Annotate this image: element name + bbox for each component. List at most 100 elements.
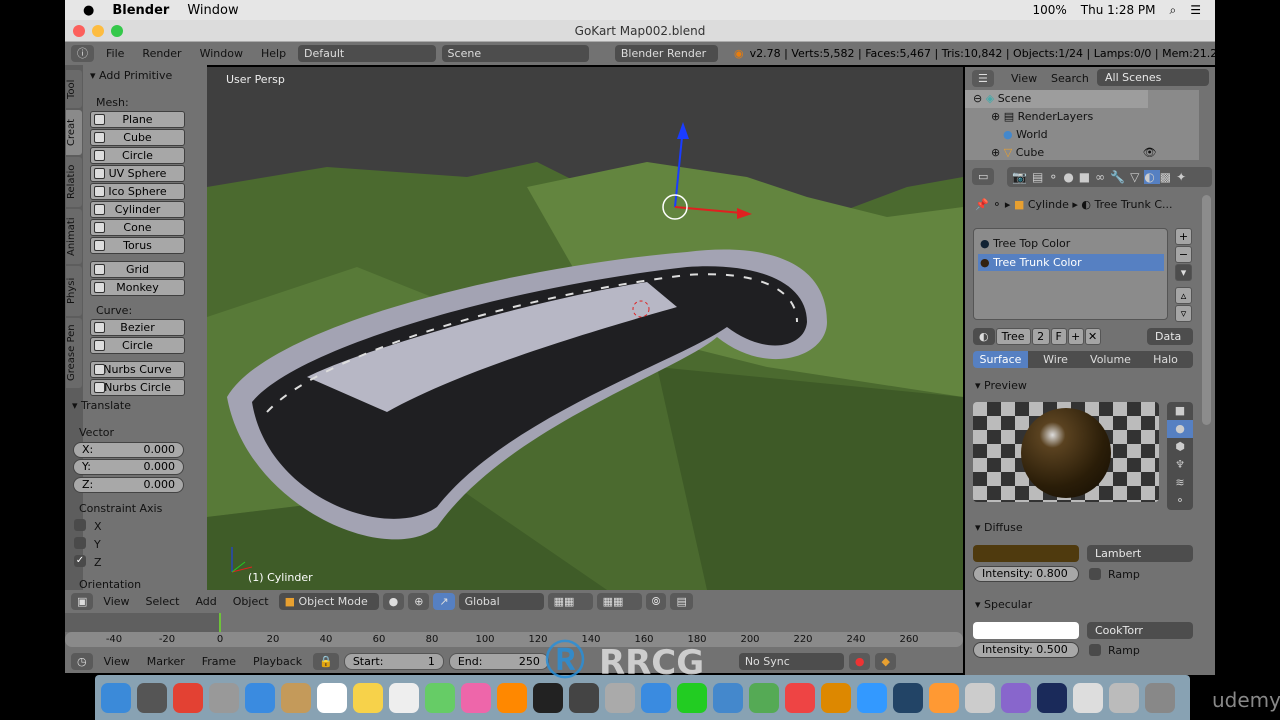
dock-app-icon[interactable]: [713, 682, 743, 713]
add-mesh2-0-button[interactable]: Grid: [90, 261, 185, 278]
tab-physics[interactable]: Physi: [66, 266, 82, 316]
add-nurbs-0-button[interactable]: Nurbs Curve: [90, 361, 185, 378]
constraint-x-checkbox[interactable]: [74, 519, 86, 531]
unlink-material-button[interactable]: ✕: [1084, 328, 1101, 345]
vector-y-field[interactable]: Y: 0.000: [73, 459, 184, 475]
add-curve-1-button[interactable]: Circle: [90, 337, 185, 354]
remove-slot-button[interactable]: −: [1175, 246, 1192, 263]
dock-app-icon[interactable]: [569, 682, 599, 713]
material-slot-selected[interactable]: ● Tree Trunk Color: [978, 254, 1164, 271]
outliner-item-renderlayers[interactable]: ⊕ ▤ RenderLayers: [991, 110, 1093, 123]
specular-color-swatch[interactable]: [973, 622, 1079, 639]
timeline-scrollbar[interactable]: [65, 632, 963, 647]
shading-select[interactable]: ●: [382, 593, 405, 610]
dock-app-icon[interactable]: [821, 682, 851, 713]
dock-app-icon[interactable]: [245, 682, 275, 713]
tab-animation[interactable]: Animati: [66, 209, 82, 264]
app-menu[interactable]: Blender: [112, 3, 169, 18]
dock-app-icon[interactable]: [605, 682, 635, 713]
timeline[interactable]: -40 -20 0 20 40 60 80 100 120 140 160 180 200 220 240 2…: [65, 613, 963, 650]
dock-app-icon[interactable]: [281, 682, 311, 713]
add-mesh-7-button[interactable]: Torus: [90, 237, 185, 254]
menu-window[interactable]: Window: [187, 3, 238, 18]
render-engine-select[interactable]: Blender Render: [614, 45, 719, 62]
dock-app-icon[interactable]: [1145, 682, 1175, 713]
menu-file[interactable]: File: [100, 47, 130, 60]
menu-object[interactable]: Object: [227, 595, 275, 608]
dock-app-icon[interactable]: [173, 682, 203, 713]
dock-app-icon[interactable]: [929, 682, 959, 713]
end-frame-field[interactable]: End: 250: [448, 653, 549, 670]
add-mesh-1-button[interactable]: Cube: [90, 129, 185, 146]
menu-window[interactable]: Window: [194, 47, 249, 60]
dock-app-icon[interactable]: [785, 682, 815, 713]
specular-shader-select[interactable]: CookTorr: [1087, 622, 1193, 639]
menu-playback[interactable]: Playback: [247, 655, 308, 668]
manipulator-toggle[interactable]: ↗: [433, 593, 455, 610]
editor-type-icon[interactable]: ◷: [71, 653, 93, 670]
keyframe-icon[interactable]: ◆: [875, 653, 896, 670]
outliner-item-scene[interactable]: ⊖ ◈ Scene: [973, 92, 1031, 105]
tab-wire[interactable]: Wire: [1028, 351, 1083, 368]
menu-view[interactable]: View: [1011, 72, 1037, 85]
diffuse-shader-select[interactable]: Lambert: [1087, 545, 1193, 562]
move-slot-down-button[interactable]: ▿: [1175, 305, 1192, 322]
add-slot-button[interactable]: +: [1175, 228, 1192, 245]
menu-view[interactable]: View: [97, 595, 135, 608]
editor-type-icon[interactable]: ▣: [71, 593, 94, 610]
preview-type-buttons[interactable]: ■ ● ⬢ ♆ ≋ ⚬: [1167, 402, 1193, 510]
menu-icon[interactable]: ☰: [1190, 3, 1201, 18]
layout-select[interactable]: Default: [298, 45, 436, 62]
dock-app-icon[interactable]: [749, 682, 779, 713]
dock-app-icon[interactable]: [857, 682, 887, 713]
constraint-z-checkbox[interactable]: ✓: [74, 555, 86, 567]
menu-help[interactable]: Help: [255, 47, 292, 60]
add-mesh-6-button[interactable]: Cone: [90, 219, 185, 236]
sync-select[interactable]: No Sync: [738, 653, 844, 670]
menu-render[interactable]: Render: [136, 47, 187, 60]
add-nurbs-1-button[interactable]: Nurbs Circle: [90, 379, 185, 396]
tab-relations[interactable]: Relatio: [66, 157, 82, 207]
clock[interactable]: Thu 1:28 PM: [1081, 3, 1156, 18]
pivot-select[interactable]: ⊕: [408, 593, 430, 610]
dock-app-icon[interactable]: [209, 682, 239, 713]
context-tabs[interactable]: 📷▤⚬●■∞🔧▽◐▩✦: [1007, 167, 1212, 187]
tab-create[interactable]: Creat: [66, 110, 82, 155]
scene-select[interactable]: Scene: [441, 45, 589, 62]
add-mesh-0-button[interactable]: Plane: [90, 111, 185, 128]
link-select[interactable]: Data: [1147, 328, 1193, 345]
dock-app-icon[interactable]: [641, 682, 671, 713]
menu-add[interactable]: Add: [189, 595, 222, 608]
material-slot-list[interactable]: ● Tree Top Color ● Tree Trunk Color: [973, 228, 1168, 320]
outliner-item-cube[interactable]: ⊕ ▽ Cube 👁: [991, 146, 1157, 159]
close-button[interactable]: [73, 25, 85, 37]
tab-halo[interactable]: Halo: [1138, 351, 1193, 368]
dock-app-icon[interactable]: [461, 682, 491, 713]
zoom-button[interactable]: [111, 25, 123, 37]
material-name-field[interactable]: Tree: [995, 328, 1031, 345]
mode-select[interactable]: ■ Object Mode: [278, 593, 379, 610]
add-mesh2-1-button[interactable]: Monkey: [90, 279, 185, 296]
move-slot-up-button[interactable]: ▵: [1175, 287, 1192, 304]
dock-app-icon[interactable]: [677, 682, 707, 713]
dock-app-icon[interactable]: [893, 682, 923, 713]
menu-marker[interactable]: Marker: [141, 655, 191, 668]
add-curve-0-button[interactable]: Bezier: [90, 319, 185, 336]
panel-preview[interactable]: ▾ Preview: [975, 379, 1027, 392]
start-frame-field[interactable]: Start: 1: [343, 653, 444, 670]
dock-app-icon[interactable]: [425, 682, 455, 713]
add-mesh-2-button[interactable]: Circle: [90, 147, 185, 164]
vector-x-field[interactable]: X: 0.000: [73, 442, 184, 458]
menu-view[interactable]: View: [98, 655, 136, 668]
material-slot[interactable]: ● Tree Top Color: [980, 237, 1070, 250]
tab-volume[interactable]: Volume: [1083, 351, 1138, 368]
properties-scrollbar[interactable]: [1202, 195, 1211, 425]
diffuse-ramp-checkbox[interactable]: [1089, 568, 1101, 580]
dock-app-icon[interactable]: [101, 682, 131, 713]
dock-app-icon[interactable]: [137, 682, 167, 713]
add-mesh-3-button[interactable]: UV Sphere: [90, 165, 185, 182]
visibility-icon[interactable]: 👁: [1143, 146, 1157, 159]
tab-grease-pencil[interactable]: Grease Pen: [66, 318, 82, 388]
new-material-button[interactable]: +: [1067, 328, 1084, 345]
battery-status[interactable]: 100%: [1032, 3, 1066, 18]
